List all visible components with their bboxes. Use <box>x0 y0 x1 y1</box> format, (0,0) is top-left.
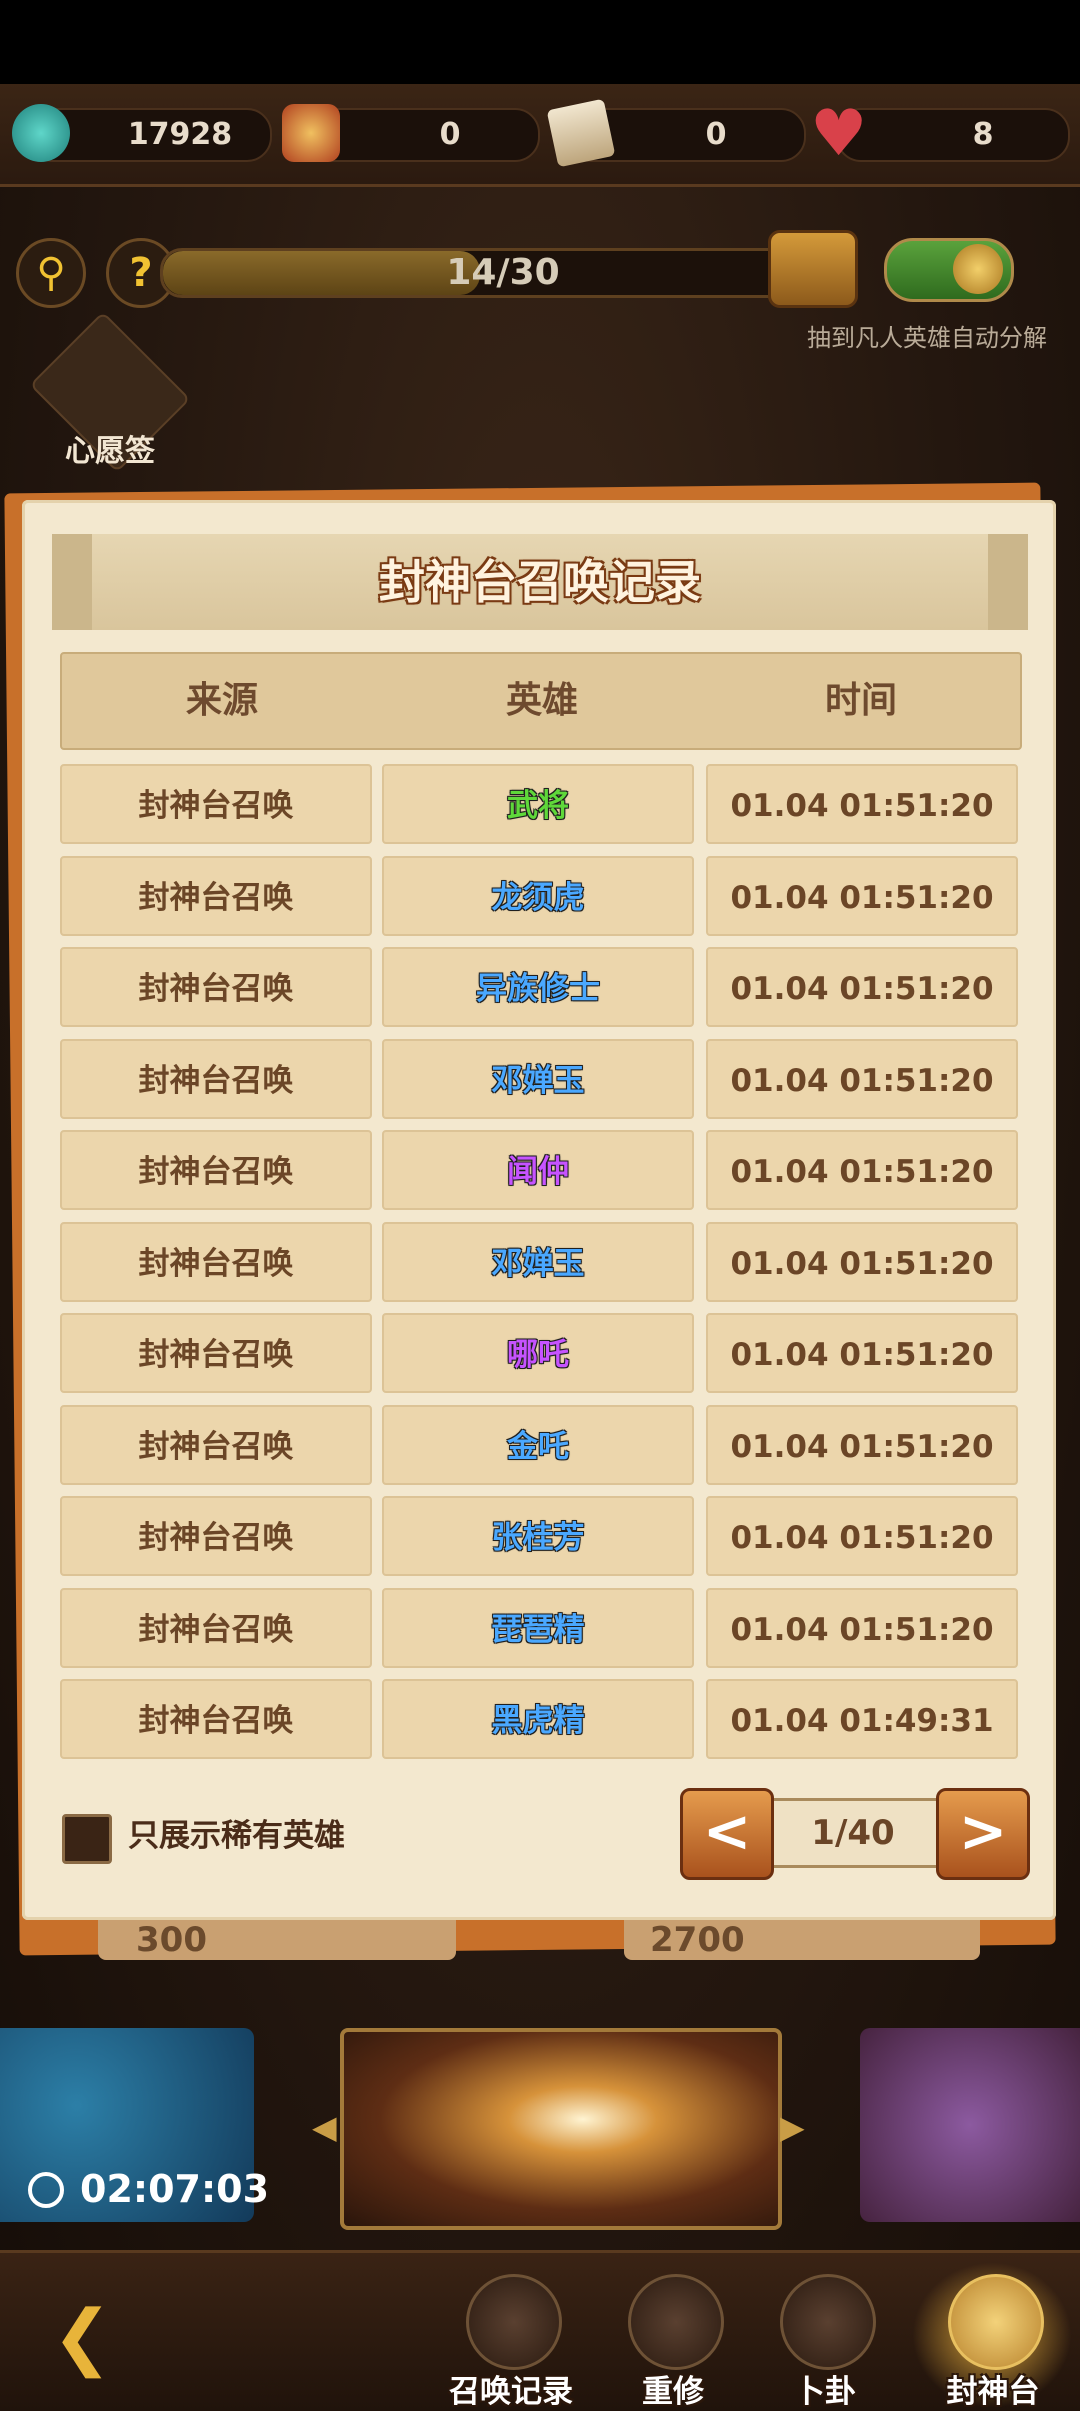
card-icon <box>546 98 616 168</box>
wish-tag-label: 心愿签 <box>65 434 155 469</box>
hero-cell: 哪吒 <box>382 1313 694 1393</box>
chevron-right-icon: > <box>958 1797 1008 1865</box>
source-cell: 封神台召唤 <box>60 1404 372 1485</box>
header-time: 时间 <box>824 680 897 721</box>
jade-value: 17928 <box>127 117 233 152</box>
chevron-left-icon: < <box>702 1797 752 1865</box>
source-cell: 封神台召唤 <box>60 1587 372 1668</box>
hearts-value: 8 <box>972 117 994 152</box>
hero-cell: 邓婵玉 <box>382 1038 694 1119</box>
source-cell: 封神台召唤 <box>60 1130 372 1210</box>
hero-cell: 邓婵玉 <box>382 1221 694 1302</box>
nav-altar[interactable]: 封神台 <box>928 2270 1058 2410</box>
cost-tab-left[interactable]: 300 <box>98 1920 456 1960</box>
rare-only-label: 只展示稀有英雄 <box>128 1818 345 1854</box>
cost-left-value: 300 <box>136 1920 207 1960</box>
source-cell: 封神台召唤 <box>60 1313 372 1393</box>
summon-progress-bar: 14/30 <box>160 248 846 298</box>
progress-label: 14/30 <box>446 252 560 293</box>
time-cell: 01.04 01:51:20 <box>706 1038 1018 1119</box>
event-banner-right[interactable] <box>860 2028 1080 2222</box>
heart-icon: ♥ <box>810 97 868 171</box>
source-cell: 封神台召唤 <box>60 1496 372 1576</box>
time-cell: 01.04 01:51:20 <box>706 1404 1018 1485</box>
cost-tab-right[interactable]: 2700 <box>624 1920 980 1960</box>
time-cell: 01.04 01:51:20 <box>706 1587 1018 1668</box>
nav-retrain-label: 重修 <box>642 2374 704 2410</box>
hero-cell: 金吒 <box>382 1404 694 1485</box>
time-cell: 01.04 01:51:20 <box>706 1313 1018 1393</box>
back-button[interactable]: ❮ <box>52 2296 172 2376</box>
summon-altar-banner[interactable] <box>340 2028 782 2230</box>
jade-icon <box>12 104 70 162</box>
card-value: 0 <box>705 117 727 152</box>
question-icon: ? <box>129 250 153 296</box>
header-hero: 英雄 <box>505 680 578 721</box>
source-cell: 封神台召唤 <box>60 1679 372 1759</box>
nav-divination[interactable]: 卜卦 <box>760 2270 890 2410</box>
banner-next-arrow-icon[interactable]: ▶ <box>780 2108 805 2146</box>
table-header: 来源 英雄 时间 <box>60 652 1022 750</box>
time-cell: 01.04 01:51:20 <box>706 1496 1018 1576</box>
time-cell: 01.04 01:51:20 <box>706 764 1018 844</box>
nav-retrain[interactable]: 重修 <box>608 2270 738 2410</box>
source-cell: 封神台召唤 <box>60 947 372 1027</box>
hero-cell: 异族修士 <box>382 947 694 1027</box>
event-timer: 02:07:03 <box>80 2167 270 2211</box>
hero-cell: 武将 <box>382 764 694 844</box>
prev-page-button[interactable]: < <box>680 1788 774 1880</box>
hero-cell: 琵琶精 <box>382 1587 694 1668</box>
nav-summon-record[interactable]: 召唤记录 <box>446 2270 576 2410</box>
cost-right-value: 2700 <box>650 1920 745 1960</box>
scroll-icon <box>466 2274 562 2370</box>
nav-divination-label: 卜卦 <box>794 2374 856 2410</box>
header-source: 来源 <box>185 680 258 721</box>
auto-decompose-toggle[interactable] <box>884 238 1014 302</box>
back-arrow-icon: ❮ <box>52 2294 113 2378</box>
hero-cell: 张桂芳 <box>382 1496 694 1576</box>
bagua-icon <box>780 2274 876 2370</box>
time-cell: 01.04 01:51:20 <box>706 855 1018 936</box>
red-envelope-value: 0 <box>439 117 461 152</box>
hearts-counter: 8 <box>836 108 1070 162</box>
search-icon: ⚲ <box>36 250 66 296</box>
altar-scroll-icon <box>948 2274 1044 2370</box>
auto-decompose-label: 抽到凡人英雄自动分解 <box>807 324 1047 352</box>
time-cell: 01.04 01:49:31 <box>706 1679 1018 1759</box>
status-bar <box>0 0 1080 84</box>
time-cell: 01.04 01:51:20 <box>706 1130 1018 1210</box>
hero-cell: 龙须虎 <box>382 855 694 936</box>
source-cell: 封神台召唤 <box>60 1221 372 1302</box>
time-cell: 01.04 01:51:20 <box>706 947 1018 1027</box>
time-cell: 01.04 01:51:20 <box>706 1221 1018 1302</box>
figure-icon <box>628 2274 724 2370</box>
banner-prev-arrow-icon[interactable]: ◀ <box>312 2108 337 2146</box>
nav-altar-label: 封神台 <box>946 2374 1040 2410</box>
hero-cell: 闻仲 <box>382 1130 694 1210</box>
reward-chest-icon[interactable] <box>768 230 858 308</box>
rare-only-checkbox[interactable] <box>62 1814 112 1864</box>
toggle-knob <box>953 244 1003 294</box>
hero-cell: 黑虎精 <box>382 1679 694 1759</box>
next-page-button[interactable]: > <box>936 1788 1030 1880</box>
source-cell: 封神台召唤 <box>60 855 372 936</box>
source-cell: 封神台召唤 <box>60 1038 372 1119</box>
source-cell: 封神台召唤 <box>60 764 372 844</box>
nav-summon-record-label: 召唤记录 <box>449 2374 573 2410</box>
search-button[interactable]: ⚲ <box>16 238 86 308</box>
dialog-title: 封神台召唤记录 <box>379 555 701 609</box>
red-envelope-icon <box>282 104 340 162</box>
